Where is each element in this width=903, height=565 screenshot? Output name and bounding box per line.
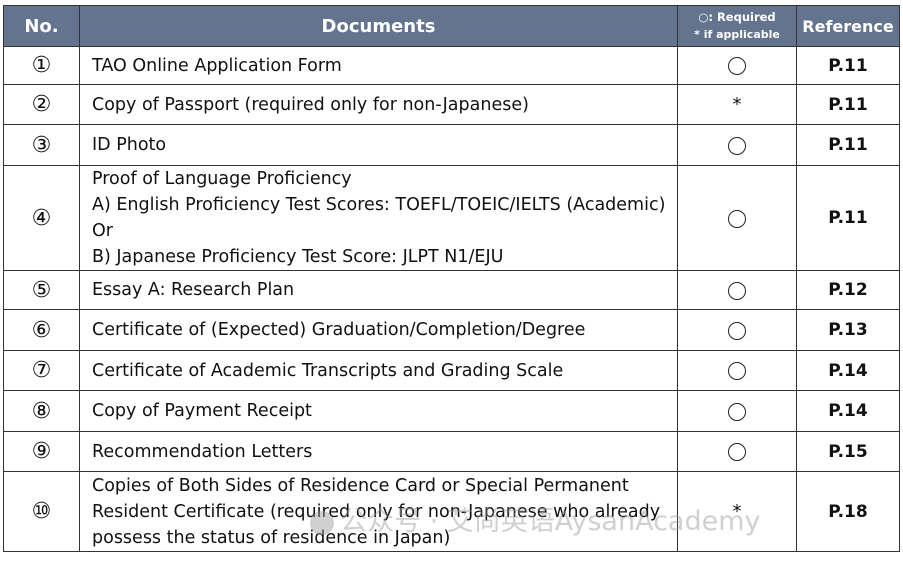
table-row: ③ ID Photo P.11 (3, 124, 900, 166)
document-line: Recommendation Letters (92, 441, 313, 462)
table-row: ② Copy of Passport (required only for non… (3, 84, 900, 125)
table-row: ⑦ Certificate of Academic Transcripts and… (3, 350, 900, 391)
required-circle-icon (728, 402, 746, 421)
requirement-cell (677, 46, 797, 85)
document-name: Proof of Language Proficiency A) English … (79, 165, 678, 271)
header-if-applicable-label: * if applicable (694, 28, 780, 41)
document-line: Certificate of (Expected) Graduation/Com… (92, 320, 586, 340)
table-row: ① TAO Online Application Form P.11 (3, 46, 900, 85)
document-line: ID Photo (92, 135, 167, 155)
table-row: ④ Proof of Language Proficiency A) English… (3, 165, 900, 271)
row-number: ⑤ (3, 270, 80, 310)
document-line: Essay A: Research Plan (92, 280, 295, 300)
document-line: Copy of Payment Receipt (92, 401, 312, 421)
reference-page: P.11 (796, 84, 900, 125)
document-line: possess the status of residence in Japan… (92, 527, 451, 548)
reference-page: P.18 (796, 471, 900, 552)
reference-page: P.14 (796, 390, 900, 432)
row-number: ① (3, 46, 80, 85)
row-number: ② (3, 84, 80, 125)
document-name: Essay A: Research Plan (79, 270, 678, 310)
required-circle-icon (728, 209, 746, 228)
requirement-cell (677, 431, 797, 472)
document-name: Certificate of (Expected) Graduation/Com… (79, 309, 678, 351)
requirement-cell (677, 309, 797, 351)
required-circle-icon (728, 443, 746, 461)
required-circle-icon (728, 321, 746, 340)
requirement-cell (677, 350, 797, 391)
required-circle-icon (728, 362, 746, 380)
requirement-cell (677, 270, 797, 310)
required-circle-icon (728, 136, 746, 155)
document-line: Certificate of Academic Transcripts and … (92, 360, 564, 381)
reference-page: P.14 (796, 350, 900, 391)
reference-page: P.12 (796, 270, 900, 310)
table-row: ⑨ Recommendation Letters P.15 (3, 431, 900, 472)
table-row: ⑧ Copy of Payment Receipt P.14 (3, 390, 900, 432)
table-row: ⑥ Certificate of (Expected) Graduation/Co… (3, 309, 900, 351)
requirement-cell (677, 390, 797, 432)
requirement-cell (677, 124, 797, 166)
required-circle-icon (728, 57, 746, 75)
reference-page: P.11 (796, 165, 900, 271)
document-line: Proof of Language Proficiency (92, 169, 352, 189)
document-line: Or (92, 221, 113, 241)
document-name: Copies of Both Sides of Residence Card o… (79, 471, 678, 552)
document-line: TAO Online Application Form (92, 55, 342, 76)
table-row: ⑤ Essay A: Research Plan P.12 (3, 270, 900, 310)
requirement-cell: * (677, 84, 797, 125)
document-line: A) English Proficiency Test Scores: TOEF… (92, 195, 666, 215)
requirement-cell: * (677, 471, 797, 552)
table-row: ⑩ Copies of Both Sides of Residence Card … (3, 471, 900, 552)
requirement-cell (677, 165, 797, 271)
row-number: ④ (3, 165, 80, 271)
row-number: ⑧ (3, 390, 80, 432)
table-header-row: No. Documents ○: Required * if applicabl… (3, 5, 900, 47)
document-name: TAO Online Application Form (79, 46, 678, 85)
page: No. Documents ○: Required * if applicabl… (0, 0, 903, 565)
reference-page: P.13 (796, 309, 900, 351)
header-reference: Reference (796, 5, 900, 47)
header-required: ○: Required * if applicable (677, 5, 797, 47)
document-name: Certificate of Academic Transcripts and … (79, 350, 678, 391)
header-required-label: ○: Required (698, 10, 776, 24)
row-number: ③ (3, 124, 80, 166)
documents-table: No. Documents ○: Required * if applicabl… (3, 5, 900, 552)
if-applicable-asterisk: * (732, 501, 742, 522)
document-line: Copy of Passport (required only for non-… (92, 94, 529, 115)
required-circle-icon (728, 281, 746, 300)
document-name: Recommendation Letters (79, 431, 678, 472)
if-applicable-asterisk: * (732, 94, 742, 115)
reference-page: P.15 (796, 431, 900, 472)
row-number: ⑩ (3, 471, 80, 552)
reference-page: P.11 (796, 124, 900, 166)
row-number: ⑨ (3, 431, 80, 472)
header-no: No. (3, 5, 80, 47)
row-number: ⑦ (3, 350, 80, 391)
document-name: Copy of Payment Receipt (79, 390, 678, 432)
document-name: Copy of Passport (required only for non-… (79, 84, 678, 125)
document-line: B) Japanese Proficiency Test Score: JLPT… (92, 247, 504, 267)
document-name: ID Photo (79, 124, 678, 166)
header-documents: Documents (79, 5, 678, 47)
document-line: Copies of Both Sides of Residence Card o… (92, 475, 629, 496)
row-number: ⑥ (3, 309, 80, 351)
document-line: Resident Certificate (required only for … (92, 501, 661, 522)
reference-page: P.11 (796, 46, 900, 85)
